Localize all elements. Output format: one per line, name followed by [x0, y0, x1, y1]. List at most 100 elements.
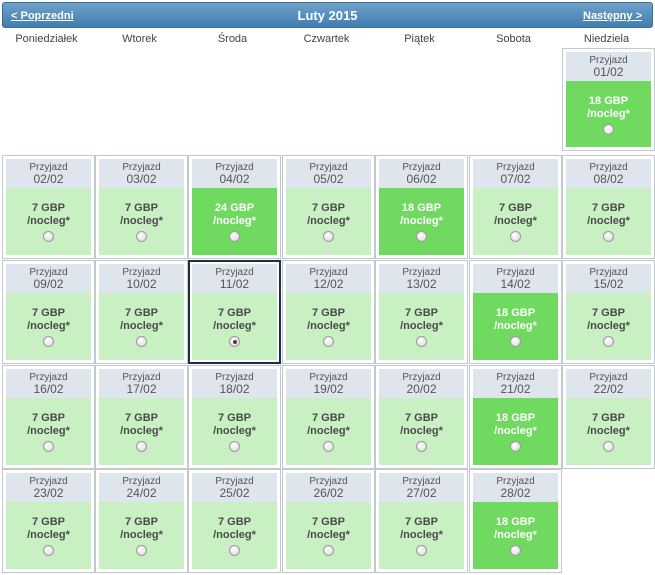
- per-night-label: /nocleg*: [400, 425, 443, 437]
- day-cell[interactable]: Przyjazd 25/02 7 GBP/nocleg*: [188, 469, 281, 573]
- select-radio[interactable]: [136, 336, 147, 347]
- select-radio[interactable]: [510, 336, 521, 347]
- arrival-header: Przyjazd 11/02: [192, 264, 277, 293]
- select-radio[interactable]: [229, 231, 240, 242]
- select-radio[interactable]: [603, 336, 614, 347]
- select-radio[interactable]: [136, 231, 147, 242]
- day-date: 05/02: [313, 172, 344, 186]
- select-radio[interactable]: [229, 441, 240, 452]
- day-cell[interactable]: Przyjazd 19/02 7 GBP/nocleg*: [282, 365, 375, 469]
- select-radio[interactable]: [416, 545, 427, 556]
- arrival-header: Przyjazd 25/02: [192, 473, 277, 502]
- select-radio[interactable]: [136, 545, 147, 556]
- day-cell[interactable]: Przyjazd 14/02 18 GBP/nocleg*: [469, 260, 562, 364]
- arrival-header: Przyjazd 05/02: [286, 159, 371, 188]
- day-cell[interactable]: Przyjazd 15/02 7 GBP/nocleg*: [562, 260, 655, 364]
- select-radio[interactable]: [229, 545, 240, 556]
- price-box: 7 GBP/nocleg*: [6, 398, 91, 465]
- day-cell[interactable]: Przyjazd 21/02 18 GBP/nocleg*: [469, 365, 562, 469]
- day-price: 24 GBP: [214, 202, 255, 214]
- arrival-header: Przyjazd 06/02: [379, 159, 464, 188]
- arrival-header: Przyjazd 28/02: [473, 473, 558, 502]
- day-cell[interactable]: Przyjazd 20/02 7 GBP/nocleg*: [375, 365, 468, 469]
- per-night-label: /nocleg*: [213, 320, 256, 332]
- select-radio[interactable]: [603, 441, 614, 452]
- day-cell[interactable]: Przyjazd 12/02 7 GBP/nocleg*: [282, 260, 375, 364]
- day-cell[interactable]: Przyjazd 06/02 18 GBP/nocleg*: [375, 155, 468, 259]
- select-radio[interactable]: [43, 231, 54, 242]
- arrival-header: Przyjazd 08/02: [566, 159, 651, 188]
- arrival-header: Przyjazd 12/02: [286, 264, 371, 293]
- day-price: 7 GBP: [31, 307, 65, 319]
- select-radio[interactable]: [136, 441, 147, 452]
- day-date: 15/02: [593, 277, 624, 291]
- day-date: 22/02: [593, 382, 624, 396]
- day-price: 7 GBP: [217, 307, 251, 319]
- day-cell[interactable]: Przyjazd 18/02 7 GBP/nocleg*: [188, 365, 281, 469]
- day-cell[interactable]: Przyjazd 26/02 7 GBP/nocleg*: [282, 469, 375, 573]
- day-cell[interactable]: Przyjazd 16/02 7 GBP/nocleg*: [2, 365, 95, 469]
- select-radio[interactable]: [43, 545, 54, 556]
- day-cell[interactable]: Przyjazd 13/02 7 GBP/nocleg*: [375, 260, 468, 364]
- day-cell[interactable]: Przyjazd 27/02 7 GBP/nocleg*: [375, 469, 468, 573]
- day-price: 18 GBP: [401, 202, 442, 214]
- day-cell[interactable]: Przyjazd 08/02 7 GBP/nocleg*: [562, 155, 655, 259]
- select-radio[interactable]: [43, 441, 54, 452]
- select-radio[interactable]: [323, 231, 334, 242]
- day-price: 7 GBP: [31, 412, 65, 424]
- day-date: 17/02: [126, 382, 157, 396]
- day-cell[interactable]: Przyjazd 11/02 7 GBP/nocleg*: [188, 260, 281, 364]
- day-date: 23/02: [33, 486, 64, 500]
- arrival-header: Przyjazd 01/02: [566, 52, 651, 81]
- select-radio[interactable]: [43, 336, 54, 347]
- day-date: 26/02: [313, 486, 344, 500]
- day-cell[interactable]: Przyjazd 07/02 7 GBP/nocleg*: [469, 155, 562, 259]
- arrival-header: Przyjazd 20/02: [379, 369, 464, 398]
- day-cell[interactable]: Przyjazd 17/02 7 GBP/nocleg*: [95, 365, 188, 469]
- select-radio[interactable]: [510, 231, 521, 242]
- price-box: 7 GBP/nocleg*: [99, 398, 184, 465]
- arrival-header: Przyjazd 04/02: [192, 159, 277, 188]
- select-radio[interactable]: [416, 231, 427, 242]
- select-radio[interactable]: [510, 545, 521, 556]
- per-night-label: /nocleg*: [27, 215, 70, 227]
- price-box: 18 GBP/nocleg*: [473, 502, 558, 569]
- arrival-header: Przyjazd 18/02: [192, 369, 277, 398]
- day-cell[interactable]: Przyjazd 10/02 7 GBP/nocleg*: [95, 260, 188, 364]
- day-date: 03/02: [126, 172, 157, 186]
- select-radio[interactable]: [323, 441, 334, 452]
- per-night-label: /nocleg*: [307, 320, 350, 332]
- day-cell[interactable]: Przyjazd 04/02 24 GBP/nocleg*: [188, 155, 281, 259]
- select-radio[interactable]: [323, 336, 334, 347]
- day-cell[interactable]: Przyjazd 24/02 7 GBP/nocleg*: [95, 469, 188, 573]
- select-radio[interactable]: [603, 231, 614, 242]
- arrival-header: Przyjazd 03/02: [99, 159, 184, 188]
- day-cell[interactable]: Przyjazd 28/02 18 GBP/nocleg*: [469, 469, 562, 573]
- select-radio[interactable]: [416, 441, 427, 452]
- day-price: 7 GBP: [217, 412, 251, 424]
- select-radio[interactable]: [229, 336, 240, 347]
- day-cell[interactable]: Przyjazd 23/02 7 GBP/nocleg*: [2, 469, 95, 573]
- select-radio[interactable]: [323, 545, 334, 556]
- day-cell[interactable]: Przyjazd 22/02 7 GBP/nocleg*: [562, 365, 655, 469]
- arrival-header: Przyjazd 19/02: [286, 369, 371, 398]
- per-night-label: /nocleg*: [120, 320, 163, 332]
- per-night-label: /nocleg*: [494, 320, 537, 332]
- day-cell[interactable]: Przyjazd 01/02 18 GBP/nocleg*: [562, 48, 655, 151]
- per-night-label: /nocleg*: [307, 215, 350, 227]
- day-cell[interactable]: Przyjazd 02/02 7 GBP/nocleg*: [2, 155, 95, 259]
- price-box: 7 GBP/nocleg*: [99, 502, 184, 569]
- day-cell[interactable]: Przyjazd 05/02 7 GBP/nocleg*: [282, 155, 375, 259]
- select-radio[interactable]: [416, 336, 427, 347]
- arrival-header: Przyjazd 22/02: [566, 369, 651, 398]
- day-cell[interactable]: Przyjazd 03/02 7 GBP/nocleg*: [95, 155, 188, 259]
- select-radio[interactable]: [510, 441, 521, 452]
- price-box: 7 GBP/nocleg*: [99, 188, 184, 255]
- day-cell[interactable]: Przyjazd 09/02 7 GBP/nocleg*: [2, 260, 95, 364]
- calendar-grid: Przyjazd 01/02 18 GBP/nocleg* Przyjazd 02/02…: [0, 0, 655, 575]
- select-radio[interactable]: [603, 124, 614, 135]
- price-box: 18 GBP/nocleg*: [473, 293, 558, 360]
- arrival-header: Przyjazd 24/02: [99, 473, 184, 502]
- price-box: 18 GBP/nocleg*: [473, 398, 558, 465]
- price-box: 7 GBP/nocleg*: [379, 293, 464, 360]
